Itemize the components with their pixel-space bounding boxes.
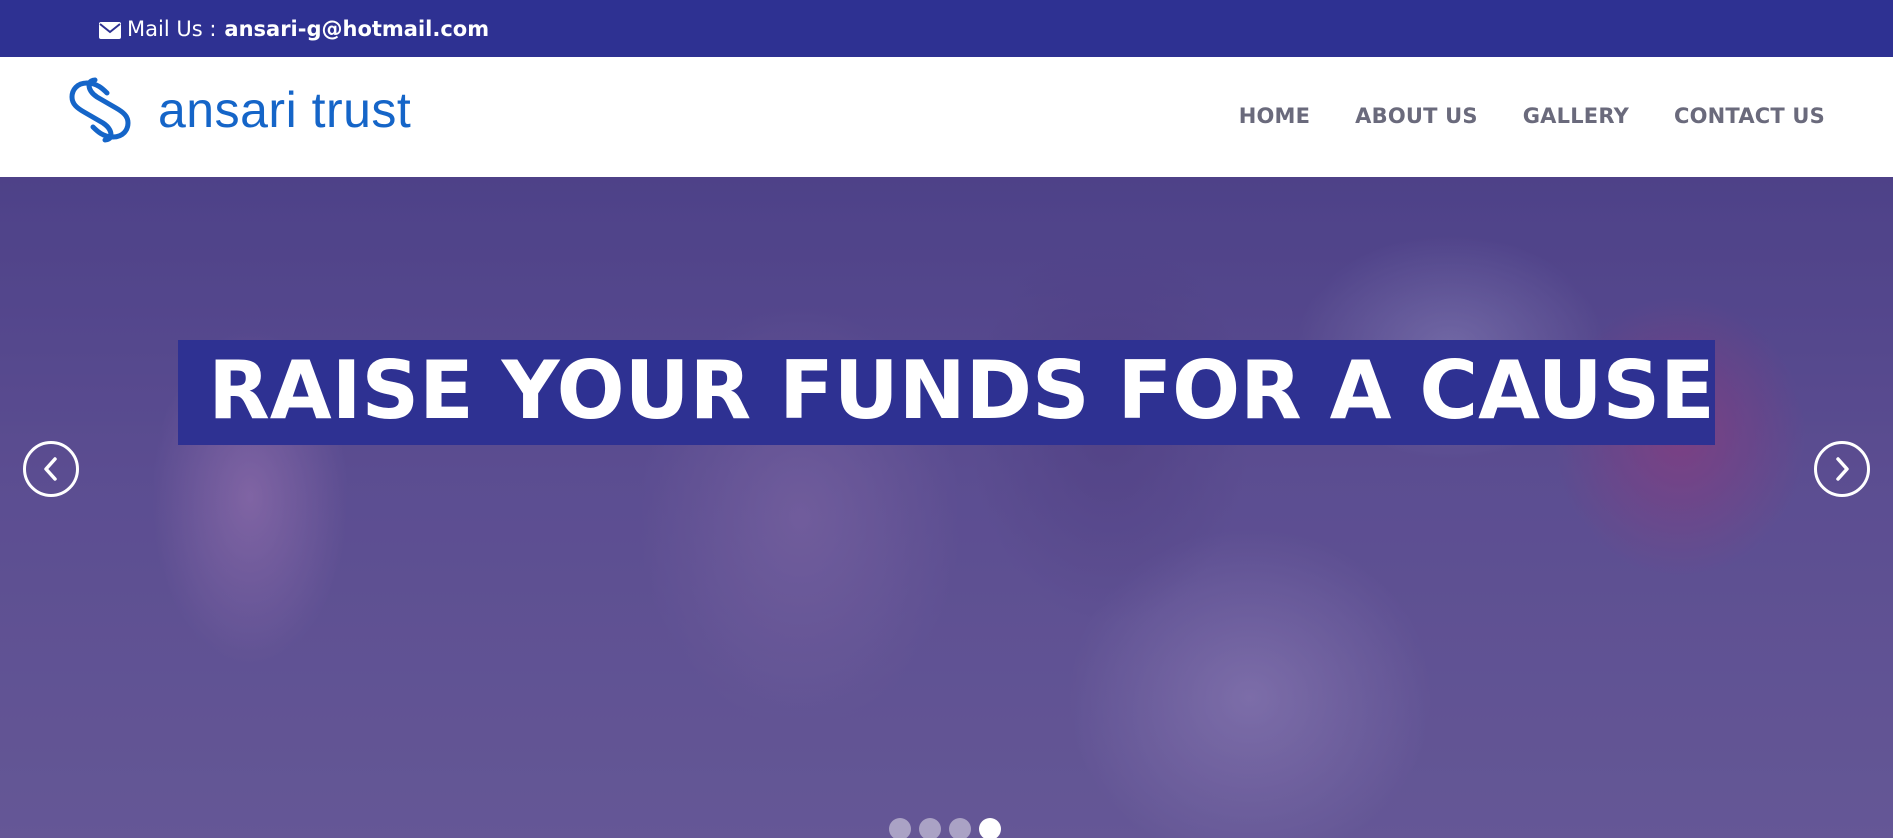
slider-prev-button[interactable]: [23, 441, 79, 497]
top-contact-bar: Mail Us : ansari-g@hotmail.com: [0, 0, 1893, 57]
hero-slider: RAISE YOUR FUNDS FOR A CAUSE: [0, 177, 1893, 838]
nav-home[interactable]: HOME: [1239, 104, 1310, 128]
brand-home-link[interactable]: ansari trust: [67, 77, 411, 148]
brand-name: ansari trust: [158, 81, 412, 138]
interlinked-loops-logo-icon: [67, 77, 133, 148]
nav-contact-us[interactable]: CONTACT US: [1674, 104, 1825, 128]
mail-address-link[interactable]: ansari-g@hotmail.com: [224, 17, 489, 41]
slider-dot-2[interactable]: [919, 818, 941, 838]
hero-title: RAISE YOUR FUNDS FOR A CAUSE: [0, 340, 1893, 445]
hero-title-text: RAISE YOUR FUNDS FOR A CAUSE: [178, 340, 1715, 445]
nav-gallery[interactable]: GALLERY: [1523, 104, 1629, 128]
nav-about-us[interactable]: ABOUT US: [1355, 104, 1478, 128]
slider-dot-1[interactable]: [889, 818, 911, 838]
site-header: ansari trust HOME ABOUT US GALLERY CONTA…: [0, 57, 1893, 177]
slider-pagination: [889, 818, 1001, 838]
slider-dot-3[interactable]: [949, 818, 971, 838]
main-nav: HOME ABOUT US GALLERY CONTACT US: [1239, 104, 1825, 128]
chevron-right-icon: [1836, 457, 1849, 481]
chevron-left-icon: [44, 457, 57, 481]
mail-label: Mail Us :: [127, 16, 217, 41]
slider-next-button[interactable]: [1814, 441, 1870, 497]
slider-dot-4[interactable]: [979, 818, 1001, 838]
envelope-icon: [99, 20, 121, 39]
